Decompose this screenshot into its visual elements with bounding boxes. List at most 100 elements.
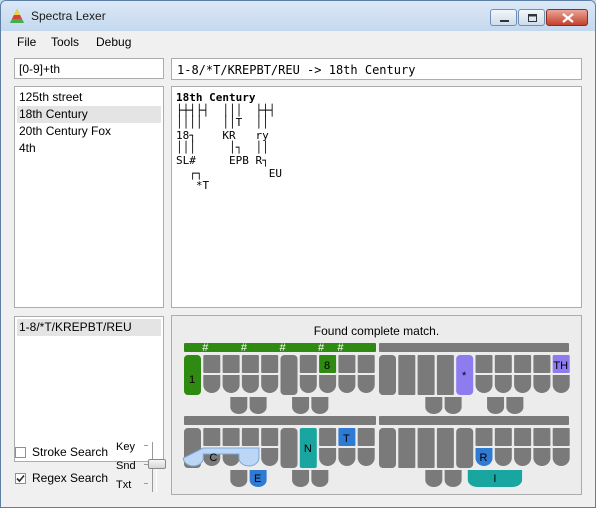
graph-line: *T (176, 179, 210, 193)
key-upper (475, 428, 493, 446)
key-label: T (343, 433, 350, 445)
key-vowel (444, 397, 462, 414)
key-lower (319, 375, 337, 393)
key-upper (514, 428, 532, 446)
key-upper (222, 355, 240, 373)
slider-label-txt: Txt (116, 479, 132, 491)
result-item[interactable]: 125th street (17, 89, 161, 106)
key-column (398, 355, 416, 395)
key-lower (241, 375, 259, 393)
key-label: R (480, 452, 488, 464)
key-upper (261, 428, 279, 446)
key-upper (319, 428, 337, 446)
key-label: 8 (324, 360, 330, 372)
result-item-selected[interactable]: 18th Century (17, 106, 161, 123)
key-lower (357, 448, 375, 466)
key-lower (338, 448, 356, 466)
key-star (280, 428, 298, 468)
key-lower (533, 448, 551, 466)
key-upper (533, 428, 551, 446)
key-vowel (444, 470, 462, 487)
key-column (379, 355, 396, 395)
analysis-graph[interactable]: 18th Century ├┼┤├┤ │││ ├┼┤ ││││ ││T ││ 1… (171, 86, 582, 308)
graph-line: ├┼┤├┤ │││ ├┼┤ (176, 103, 276, 117)
graph-line: ││││ ││T ││ (176, 116, 269, 130)
key-lower (514, 448, 532, 466)
menu-debug[interactable]: Debug (96, 35, 131, 49)
key-vowel (506, 397, 524, 414)
stroke-item-selected[interactable]: 1-8/*T/KREPBT/REU (17, 319, 161, 336)
slider-tick (144, 483, 148, 484)
key-lower (261, 448, 279, 466)
key-lower (514, 375, 532, 393)
key-vowel (425, 470, 443, 487)
maximize-button[interactable] (518, 9, 545, 26)
slider-label-snd: Snd (116, 460, 136, 472)
key-upper (299, 355, 317, 373)
key-upper (261, 355, 279, 373)
key-upper (203, 355, 221, 373)
key-column (379, 428, 396, 468)
search-box (14, 58, 164, 79)
translation-header: 1-8/*T/KREPBT/REU -> 18th Century (171, 58, 582, 80)
number-bar-hash: # (279, 342, 286, 354)
number-bar (379, 416, 569, 425)
key-lower (203, 375, 221, 393)
key-upper (494, 355, 512, 373)
close-button[interactable] (546, 9, 588, 26)
key-upper (475, 355, 493, 373)
app-window: Spectra Lexer File Tools Debug 125th str… (0, 0, 596, 508)
number-bar-hash: # (241, 342, 248, 354)
key-vowel (230, 470, 248, 487)
key-label: E (254, 473, 261, 485)
graph-line: SL# EPB R┐ (176, 153, 269, 167)
result-item[interactable]: 20th Century Fox (17, 123, 161, 140)
key-star (280, 355, 298, 395)
graph-line: 18th Century (176, 91, 256, 104)
key-upper (533, 355, 551, 373)
key-column (417, 355, 435, 395)
key-upper (241, 428, 259, 446)
key-label: I (493, 473, 496, 485)
menu-bar: File Tools Debug (8, 31, 588, 53)
search-input[interactable] (19, 62, 159, 76)
key-vowel (230, 397, 248, 414)
stroke-list[interactable]: 1-8/*T/KREPBT/REU (14, 316, 164, 462)
menu-file[interactable]: File (17, 35, 36, 49)
title-bar: Spectra Lexer (1, 1, 595, 31)
graph-line: 18┐ KR ry (176, 128, 269, 142)
key-upper (338, 355, 356, 373)
key-lower (357, 375, 375, 393)
display-mode-slider-thumb[interactable] (148, 459, 166, 469)
key-upper (222, 428, 240, 446)
translation-text: 1-8/*T/KREPBT/REU -> 18th Century (177, 63, 416, 77)
number-bar (379, 343, 569, 352)
key-upper (357, 355, 375, 373)
window-title: Spectra Lexer (31, 9, 106, 23)
key-lower (552, 448, 570, 466)
key-lower (494, 375, 512, 393)
key-column (436, 428, 454, 468)
key-lower (533, 375, 551, 393)
key-lower (222, 375, 240, 393)
key-lower (319, 448, 337, 466)
key-column (417, 428, 435, 468)
minimize-icon (500, 20, 509, 22)
steno-board: Found complete match. # # # # #1 8 * TH N T C E R I (171, 315, 582, 495)
key-label: N (304, 443, 312, 455)
results-list[interactable]: 125th street 18th Century 20th Century F… (14, 86, 164, 308)
key-lower (261, 375, 279, 393)
key-label: * (462, 370, 467, 382)
regex-search-label: Regex Search (32, 471, 109, 485)
key-upper (552, 428, 570, 446)
graph-text: 18th Century ├┼┤├┤ │││ ├┼┤ ││││ ││T ││ 1… (176, 91, 282, 193)
number-bar-hash: # (337, 342, 344, 354)
result-item[interactable]: 4th (17, 140, 161, 157)
regex-search-checkbox[interactable] (15, 473, 26, 484)
menu-tools[interactable]: Tools (51, 35, 79, 49)
key-star (456, 428, 474, 468)
number-bar-hash: # (318, 342, 325, 354)
stroke-search-checkbox[interactable] (15, 447, 26, 458)
minimize-button[interactable] (490, 9, 517, 26)
client-area: File Tools Debug 125th street 18th Centu… (8, 31, 588, 500)
